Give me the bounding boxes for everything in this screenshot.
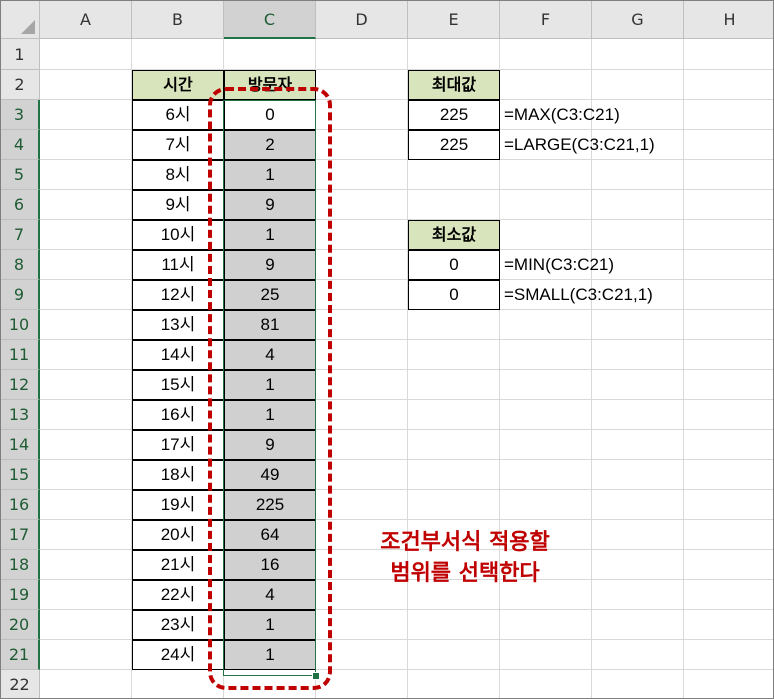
row-header-3[interactable]: 3 [0, 100, 40, 130]
visitor-cell[interactable]: 225 [224, 490, 316, 520]
time-cell[interactable]: 17시 [132, 430, 224, 460]
max-value-cell[interactable]: 225 [408, 100, 500, 130]
row-header-16[interactable]: 16 [0, 490, 40, 520]
time-cell[interactable]: 18시 [132, 460, 224, 490]
time-cell[interactable]: 6시 [132, 100, 224, 130]
row-header-12[interactable]: 12 [0, 370, 40, 400]
column-header-f[interactable]: F [500, 0, 592, 39]
row-header-19[interactable]: 19 [0, 580, 40, 610]
min-header-cell[interactable]: 최소값 [408, 220, 500, 250]
header-cell-time[interactable]: 시간 [132, 70, 224, 100]
row-header-2[interactable]: 2 [0, 70, 40, 100]
callout-line-2: 범위를 선택한다 [390, 561, 540, 586]
time-cell[interactable]: 23시 [132, 610, 224, 640]
time-cell[interactable]: 24시 [132, 640, 224, 670]
time-cell[interactable]: 9시 [132, 190, 224, 220]
row-header-13[interactable]: 13 [0, 400, 40, 430]
max-header-cell[interactable]: 최대값 [408, 70, 500, 100]
time-cell[interactable]: 19시 [132, 490, 224, 520]
column-header-a[interactable]: A [40, 0, 132, 39]
callout-line-1: 조건부서식 적용할 [380, 530, 550, 555]
visitor-cell[interactable]: 9 [224, 250, 316, 280]
visitor-cell[interactable]: 64 [224, 520, 316, 550]
time-cell[interactable]: 22시 [132, 580, 224, 610]
time-cell[interactable]: 10시 [132, 220, 224, 250]
max-value-cell[interactable]: 225 [408, 130, 500, 160]
visitor-cell[interactable]: 1 [224, 640, 316, 670]
visitor-cell[interactable]: 1 [224, 610, 316, 640]
row-header-18[interactable]: 18 [0, 550, 40, 580]
select-all-triangle-icon [21, 20, 35, 34]
column-header-h[interactable]: H [684, 0, 774, 39]
visitor-cell[interactable]: 81 [224, 310, 316, 340]
row-header-7[interactable]: 7 [0, 220, 40, 250]
visitor-cell[interactable]: 0 [224, 100, 316, 130]
row-header-5[interactable]: 5 [0, 160, 40, 190]
time-cell[interactable]: 20시 [132, 520, 224, 550]
visitor-cell[interactable]: 25 [224, 280, 316, 310]
visitor-cell[interactable]: 4 [224, 340, 316, 370]
time-cell[interactable]: 11시 [132, 250, 224, 280]
time-cell[interactable]: 14시 [132, 340, 224, 370]
row-header-22[interactable]: 22 [0, 670, 40, 699]
row-header-21[interactable]: 21 [0, 640, 40, 670]
column-header-g[interactable]: G [592, 0, 684, 39]
visitor-cell[interactable]: 9 [224, 190, 316, 220]
row-header-15[interactable]: 15 [0, 460, 40, 490]
max-formula-text[interactable]: =MAX(C3:C21) [504, 100, 620, 130]
row-header-9[interactable]: 9 [0, 280, 40, 310]
visitor-cell[interactable]: 1 [224, 220, 316, 250]
visitor-cell[interactable]: 4 [224, 580, 316, 610]
row-header-1[interactable]: 1 [0, 39, 40, 70]
row-header-10[interactable]: 10 [0, 310, 40, 340]
spreadsheet: ABCDEFGH 1 2 3 4 5 6 7 8 9 10 11 12 13 14 15 16 17 18 19 20… [0, 0, 774, 699]
row-header-8[interactable]: 8 [0, 250, 40, 280]
annotation-callout: 조건부서식 적용할 범위를 선택한다 [350, 527, 580, 589]
row-header-14[interactable]: 14 [0, 430, 40, 460]
column-header-e[interactable]: E [408, 0, 500, 39]
min-value-cell[interactable]: 0 [408, 250, 500, 280]
time-cell[interactable]: 8시 [132, 160, 224, 190]
time-cell[interactable]: 12시 [132, 280, 224, 310]
image-frame [0, 0, 774, 699]
min-formula-text[interactable]: =MIN(C3:C21) [504, 250, 614, 280]
visitor-cell[interactable]: 1 [224, 400, 316, 430]
visitor-cell[interactable]: 49 [224, 460, 316, 490]
row-header-4[interactable]: 4 [0, 130, 40, 160]
time-cell[interactable]: 7시 [132, 130, 224, 160]
row-header-11[interactable]: 11 [0, 340, 40, 370]
header-cell-visitors[interactable]: 방문자 [224, 70, 316, 100]
visitor-cell[interactable]: 16 [224, 550, 316, 580]
row-header-20[interactable]: 20 [0, 610, 40, 640]
min-value-cell[interactable]: 0 [408, 280, 500, 310]
visitor-cell[interactable]: 2 [224, 130, 316, 160]
time-cell[interactable]: 13시 [132, 310, 224, 340]
column-header-d[interactable]: D [316, 0, 408, 39]
row-header-17[interactable]: 17 [0, 520, 40, 550]
row-header-6[interactable]: 6 [0, 190, 40, 220]
min-formula-text[interactable]: =SMALL(C3:C21,1) [504, 280, 653, 310]
column-header-c[interactable]: C [224, 0, 316, 39]
time-cell[interactable]: 16시 [132, 400, 224, 430]
time-cell[interactable]: 15시 [132, 370, 224, 400]
max-formula-text[interactable]: =LARGE(C3:C21,1) [504, 130, 655, 160]
time-cell[interactable]: 21시 [132, 550, 224, 580]
select-all-button[interactable] [0, 0, 40, 39]
visitor-cell[interactable]: 1 [224, 370, 316, 400]
visitor-cell[interactable]: 9 [224, 430, 316, 460]
visitor-cell[interactable]: 1 [224, 160, 316, 190]
fill-handle[interactable] [312, 672, 320, 680]
column-header-b[interactable]: B [132, 0, 224, 39]
